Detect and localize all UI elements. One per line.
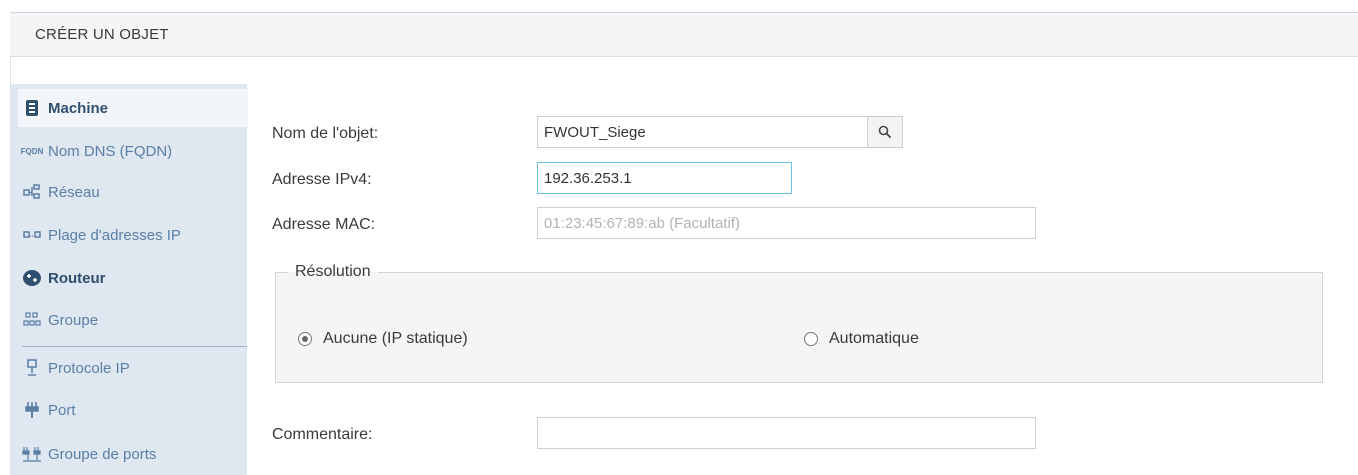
sidebar-item-ip-protocol[interactable]: Protocole IP	[18, 349, 248, 387]
search-button[interactable]	[867, 116, 903, 148]
radio-label: Automatique	[829, 330, 919, 347]
network-icon	[21, 182, 43, 202]
sidebar-item-ip-range[interactable]: Plage d'adresses IP	[18, 216, 248, 254]
radio-unchecked-icon	[804, 332, 818, 346]
mac-label: Adresse MAC:	[272, 216, 376, 233]
radio-checked-icon	[298, 332, 312, 346]
machine-icon	[21, 98, 43, 118]
mac-input[interactable]	[537, 207, 1036, 239]
port-icon	[21, 400, 43, 420]
sidebar-item-port-group[interactable]: Groupe de ports	[18, 435, 248, 473]
resolution-group: Résolution	[275, 263, 1323, 383]
radio-automatic[interactable]: Automatique	[804, 330, 919, 348]
object-type-sidebar: Machine FQDN Nom DNS (FQDN) Réseau Plage…	[11, 84, 248, 475]
radio-static-ip[interactable]: Aucune (IP statique)	[298, 330, 468, 348]
port-group-icon	[21, 444, 43, 464]
sidebar-item-machine[interactable]: Machine	[18, 89, 248, 127]
object-name-label: Nom de l'objet:	[272, 125, 379, 142]
router-icon	[21, 268, 43, 288]
group-icon	[21, 310, 43, 330]
sidebar-item-port[interactable]: Port	[18, 391, 248, 429]
sidebar-item-fqdn[interactable]: FQDN Nom DNS (FQDN)	[18, 132, 248, 170]
dialog-title: CRÉER UN OBJET	[35, 26, 169, 43]
sidebar-item-label: Plage d'adresses IP	[48, 226, 181, 244]
sidebar-item-label: Réseau	[48, 183, 100, 201]
ipv4-label: Adresse IPv4:	[272, 171, 372, 188]
object-name-input[interactable]	[537, 116, 868, 148]
sidebar-divider	[22, 346, 247, 347]
sidebar-item-router[interactable]: Routeur	[18, 259, 248, 297]
sidebar-item-label: Machine	[48, 99, 109, 117]
sidebar-item-label: Groupe de ports	[48, 445, 157, 463]
comment-label: Commentaire:	[272, 426, 373, 443]
resolution-legend: Résolution	[295, 263, 371, 280]
radio-label: Aucune (IP statique)	[323, 330, 468, 347]
ip-range-icon	[21, 225, 43, 245]
sidebar-item-label: Port	[48, 401, 76, 419]
search-icon	[878, 125, 892, 139]
comment-input[interactable]	[537, 417, 1036, 449]
sidebar-item-group[interactable]: Groupe	[18, 301, 248, 339]
sidebar-item-label: Protocole IP	[48, 359, 130, 377]
sidebar-item-label: Groupe	[48, 311, 99, 329]
dialog-header: CRÉER UN OBJET	[10, 12, 1358, 57]
sidebar-item-network[interactable]: Réseau	[18, 173, 248, 211]
fqdn-icon: FQDN	[20, 146, 44, 156]
ip-protocol-icon	[21, 358, 43, 378]
ipv4-input[interactable]	[537, 162, 792, 194]
sidebar-item-label: Routeur	[48, 269, 106, 287]
sidebar-item-label: Nom DNS (FQDN)	[48, 142, 173, 160]
